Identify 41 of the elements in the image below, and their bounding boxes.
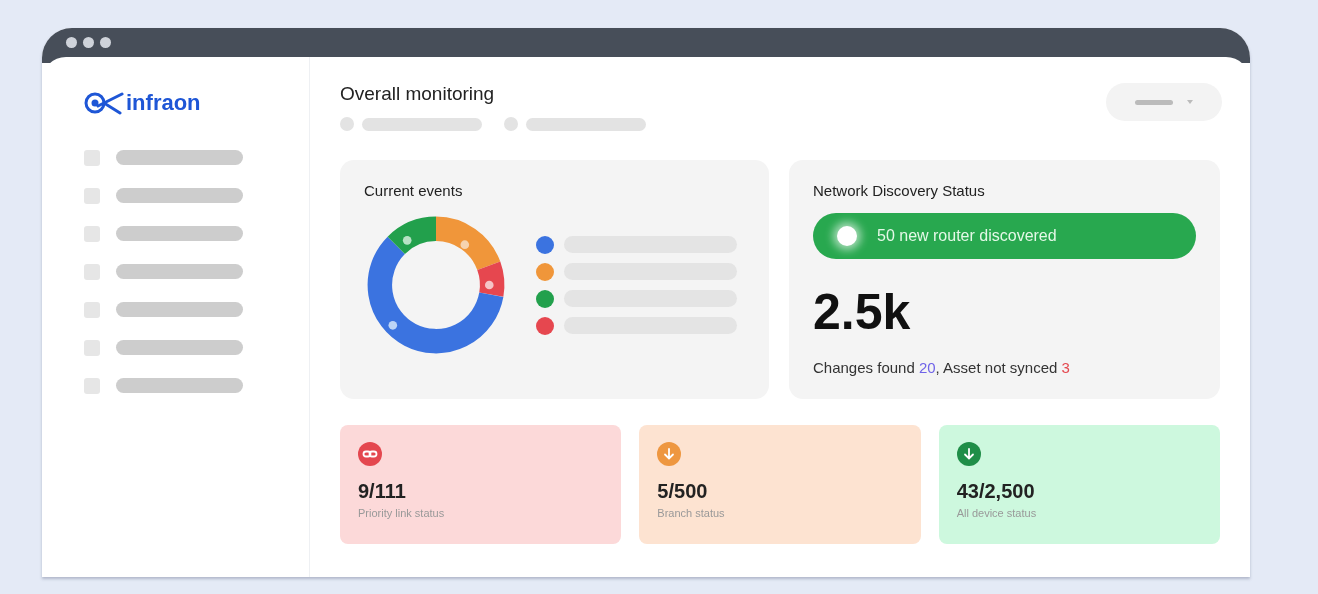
card-title: Network Discovery Status [813, 182, 986, 199]
total-value: 2.5k [813, 287, 912, 337]
menu-icon-placeholder[interactable] [84, 263, 100, 280]
logo-text: infraon [126, 90, 201, 116]
menu-icon-placeholder[interactable] [84, 301, 100, 318]
stat-value: 5/500 [657, 480, 709, 503]
menu-label-placeholder[interactable] [116, 378, 243, 393]
menu-icon-placeholder[interactable] [84, 187, 100, 204]
menu-label-placeholder[interactable] [116, 302, 243, 317]
placeholder-dot [504, 117, 518, 131]
menu-label-placeholder[interactable] [116, 340, 243, 355]
menu-label-placeholder[interactable] [116, 188, 243, 203]
stat-value: 9/111 [358, 480, 407, 503]
window-dot-icon[interactable] [83, 37, 94, 48]
stat-label: Branch status [657, 507, 726, 519]
glow-dot-icon [837, 226, 857, 246]
menu-icon-placeholder[interactable] [84, 377, 100, 394]
menu-icon-placeholder[interactable] [84, 149, 100, 166]
eye-logo-icon [84, 91, 124, 115]
menu-label-placeholder[interactable] [116, 264, 243, 279]
window-dot-icon[interactable] [100, 37, 111, 48]
stat-label: Priority link status [358, 507, 446, 519]
stat-value: 43/2,500 [956, 480, 1036, 503]
menu-icon-placeholder[interactable] [84, 339, 100, 356]
menu-label-placeholder[interactable] [116, 150, 243, 165]
slice-marker [460, 240, 470, 249]
banner-text: 50 new router discovered [877, 227, 1057, 245]
window-dot-icon[interactable] [66, 37, 77, 48]
menu-label-placeholder[interactable] [116, 226, 243, 241]
placeholder-dot [340, 117, 354, 131]
page-title: Overall monitoring [340, 83, 496, 105]
menu-icon-placeholder[interactable] [84, 225, 100, 242]
slice-marker [484, 280, 494, 290]
stat-label: All device status [956, 507, 1038, 519]
caret-icon [1187, 100, 1193, 104]
slice-marker [388, 321, 398, 330]
dropdown-button[interactable] [1106, 83, 1222, 121]
slice-marker [402, 236, 412, 245]
link-icon [358, 442, 382, 466]
card-title: Current events [364, 182, 464, 199]
summary-text: Changes found 20, Asset not synced 3 [813, 359, 1071, 376]
